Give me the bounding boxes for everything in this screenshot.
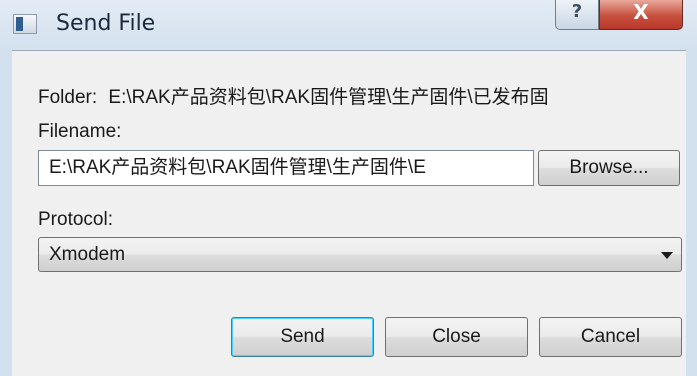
send-file-dialog: Send File ? X Folder: E:\RAK产品资料包\RAK固件管… — [0, 0, 697, 376]
title-bar[interactable]: Send File ? X — [0, 0, 697, 50]
send-button[interactable]: Send — [231, 317, 374, 357]
folder-label: Folder: — [38, 87, 98, 108]
window-frame-right — [686, 50, 697, 376]
browse-button[interactable]: Browse... — [538, 150, 680, 186]
close-icon: X — [633, 0, 649, 24]
folder-row: Folder: E:\RAK产品资料包\RAK固件管理\生产固件\已发布固 — [38, 82, 549, 109]
window-close-button[interactable]: X — [599, 0, 683, 30]
dialog-body: Folder: E:\RAK产品资料包\RAK固件管理\生产固件\已发布固 Fi… — [12, 50, 686, 376]
chevron-down-icon[interactable] — [661, 252, 673, 259]
app-icon — [13, 14, 37, 34]
cancel-button[interactable]: Cancel — [539, 317, 682, 357]
folder-path: E:\RAK产品资料包\RAK固件管理\生产固件\已发布固 — [108, 87, 549, 108]
window-frame-left — [0, 50, 12, 376]
help-button[interactable]: ? — [555, 0, 599, 30]
filename-input[interactable]: E:\RAK产品资料包\RAK固件管理\生产固件\E — [38, 150, 534, 186]
close-button[interactable]: Close — [385, 317, 528, 357]
help-icon: ? — [571, 1, 583, 22]
filename-label: Filename: — [38, 121, 122, 142]
protocol-selected-value: Xmodem — [49, 244, 126, 265]
window-title: Send File — [56, 11, 156, 36]
protocol-select[interactable]: Xmodem — [38, 237, 682, 272]
protocol-label: Protocol: — [38, 209, 113, 230]
